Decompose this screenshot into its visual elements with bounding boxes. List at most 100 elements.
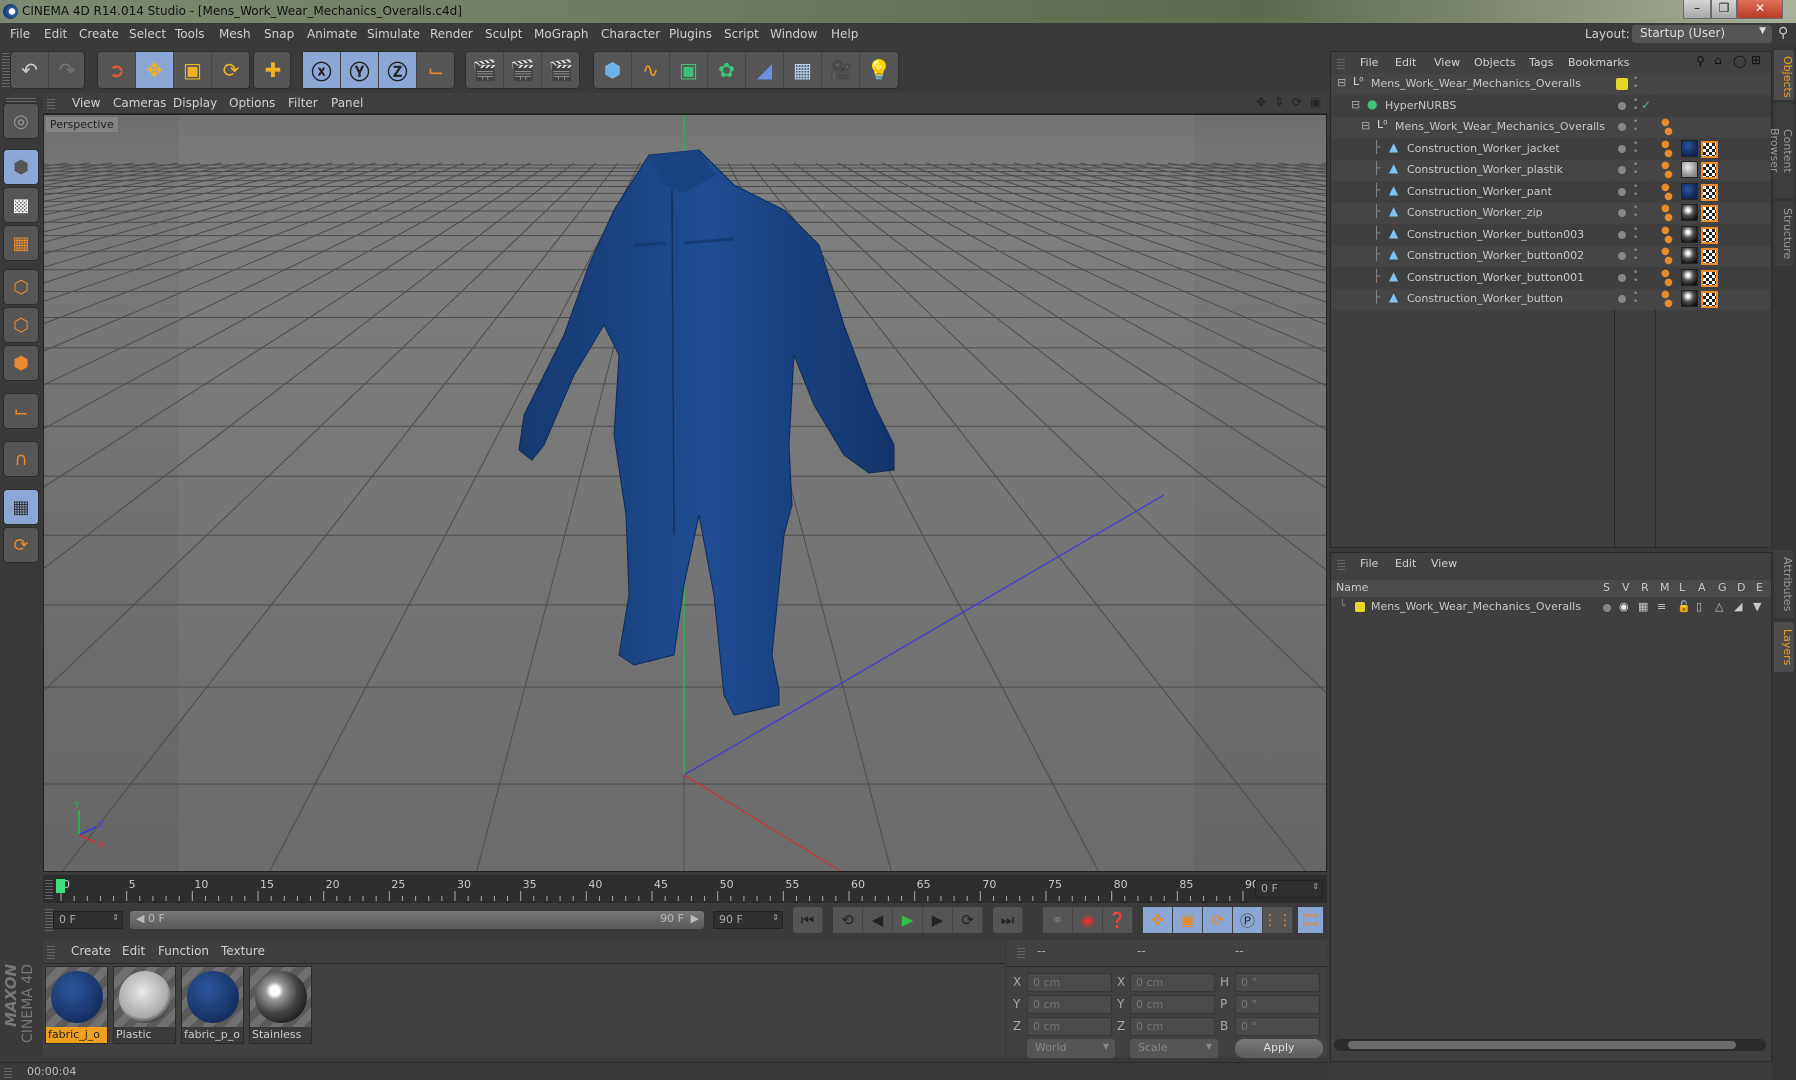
collapse-toggle-icon[interactable]: ⊟: [1351, 98, 1360, 111]
scale-icon[interactable]: ▣: [174, 52, 212, 88]
render-view-icon[interactable]: 🎬: [466, 52, 504, 88]
frame-range-slider[interactable]: ◀ 0 F 90 F ▶: [130, 911, 704, 929]
tab-layers[interactable]: Layers: [1774, 622, 1794, 672]
material-tag-icon[interactable]: [1681, 290, 1698, 307]
manager-list-icon[interactable]: ≡: [1657, 600, 1666, 613]
layer-color-swatch[interactable]: [1616, 78, 1628, 90]
object-row[interactable]: ├ ▲ Construction_Worker_jacket • • ● ●: [1331, 138, 1771, 160]
uvw-tag-icon[interactable]: [1701, 140, 1718, 158]
phong-tag-icon[interactable]: ● ●: [1661, 161, 1673, 180]
rotation-track-button[interactable]: ⟳: [1203, 907, 1233, 933]
object-row[interactable]: ├ ▲ Construction_Worker_button002 • • ● ●: [1331, 246, 1771, 267]
layers-menu-file[interactable]: File: [1360, 557, 1378, 570]
editor-visibility-dot[interactable]: [1618, 209, 1626, 217]
deformer-icon[interactable]: ◢: [1734, 600, 1742, 613]
phong-tag-icon[interactable]: ● ●: [1661, 290, 1673, 309]
uvw-tag-icon[interactable]: [1701, 205, 1718, 222]
object-row[interactable]: ⊟ L⁰ Mens_Work_Wear_Mechanics_Overalls • •: [1331, 74, 1771, 95]
layer-name[interactable]: Mens_Work_Wear_Mechanics_Overalls: [1371, 600, 1581, 613]
size-y-field[interactable]: 0 cm: [1130, 995, 1215, 1014]
status-grip[interactable]: [4, 1066, 12, 1078]
material-tag-icon[interactable]: [1681, 204, 1698, 221]
render-visibility-dots[interactable]: • •: [1633, 290, 1638, 307]
column-generators[interactable]: G: [1718, 581, 1727, 594]
controls-grip[interactable]: [45, 909, 53, 931]
transform-mode-dropdown[interactable]: Scale ▼: [1130, 1039, 1218, 1058]
render-visibility-dots[interactable]: • •: [1633, 139, 1638, 156]
render-visibility-dots[interactable]: • •: [1633, 182, 1638, 199]
z-axis-lock-icon[interactable]: Ⓩ: [379, 52, 417, 88]
live-selection-icon[interactable]: ➲: [98, 52, 136, 88]
object-name[interactable]: Construction_Worker_button001: [1407, 271, 1584, 284]
menu-sculpt[interactable]: Sculpt: [485, 27, 522, 41]
column-expressions[interactable]: E: [1756, 581, 1763, 594]
edges-mode-icon[interactable]: ⬡: [3, 307, 39, 343]
timeline-window-button[interactable]: 🎞: [1298, 907, 1324, 933]
snap-magnet-icon[interactable]: ∩: [3, 441, 39, 477]
render-visibility-dots[interactable]: • •: [1633, 75, 1638, 92]
polygons-mode-icon[interactable]: ⬢: [3, 345, 39, 381]
material-menu-function[interactable]: Function: [158, 944, 209, 958]
apply-button[interactable]: Apply: [1235, 1039, 1323, 1058]
scrollbar-thumb[interactable]: [1348, 1041, 1736, 1049]
uvw-tag-icon[interactable]: [1701, 226, 1718, 244]
viewport-menu-view[interactable]: View: [72, 96, 100, 110]
phong-tag-icon[interactable]: ● ●: [1661, 247, 1673, 266]
editor-visibility-dot[interactable]: [1618, 166, 1626, 174]
object-row[interactable]: ├ ▲ Construction_Worker_button001 • • ● ●: [1331, 267, 1771, 289]
object-name[interactable]: Construction_Worker_button002: [1407, 249, 1584, 262]
pos-z-field[interactable]: 0 cm: [1027, 1017, 1112, 1036]
object-name[interactable]: Mens_Work_Wear_Mechanics_Overalls: [1371, 77, 1581, 90]
uvw-tag-icon[interactable]: [1701, 269, 1718, 287]
column-render[interactable]: R: [1641, 581, 1649, 594]
horizontal-scrollbar[interactable]: [1334, 1039, 1766, 1051]
render-visibility-dots[interactable]: • •: [1633, 118, 1638, 135]
editor-visibility-dot[interactable]: [1618, 123, 1626, 131]
autokey-button[interactable]: ⚭: [1043, 907, 1073, 933]
coordinate-space-dropdown[interactable]: World ▼: [1027, 1039, 1115, 1058]
maximize-view-icon[interactable]: ▣: [1310, 95, 1321, 109]
viewport-menu-options[interactable]: Options: [229, 96, 275, 110]
previous-key-button[interactable]: ⟲: [833, 907, 863, 933]
next-key-button[interactable]: ⟳: [953, 907, 983, 933]
material-swatch[interactable]: Stainless: [249, 966, 312, 1044]
uvw-tag-icon[interactable]: [1701, 291, 1718, 308]
objects-menu-file[interactable]: File: [1360, 56, 1378, 69]
viewport-menu-display[interactable]: Display: [173, 96, 217, 110]
uvw-tag-icon[interactable]: [1701, 183, 1718, 201]
model-mode-icon[interactable]: ⬢: [3, 149, 39, 185]
pos-x-field[interactable]: 0 cm: [1027, 973, 1112, 992]
menu-render[interactable]: Render: [430, 27, 473, 41]
layer-color-swatch[interactable]: [1355, 602, 1365, 612]
render-visibility-dots[interactable]: • •: [1633, 225, 1638, 242]
render-visibility-dots[interactable]: • •: [1633, 96, 1638, 113]
start-frame-field[interactable]: 0 F ⇕: [53, 911, 123, 929]
position-track-button[interactable]: ✥: [1143, 907, 1173, 933]
viewport-grip[interactable]: [47, 97, 55, 109]
render-picture-viewer-icon[interactable]: 🎬: [504, 52, 542, 88]
subdivision-surface-icon[interactable]: ▣: [670, 52, 708, 88]
object-row[interactable]: ├ ▲ Construction_Worker_plastik • • ● ●: [1331, 160, 1771, 181]
menu-help[interactable]: Help: [831, 27, 858, 41]
home-icon[interactable]: ⌂: [1714, 53, 1722, 67]
object-name[interactable]: Construction_Worker_button003: [1407, 228, 1584, 241]
menu-snap[interactable]: Snap: [264, 27, 294, 41]
pan-icon[interactable]: ✥: [1256, 95, 1266, 109]
rot-h-field[interactable]: 0 °: [1235, 973, 1320, 992]
objects-menu-view[interactable]: View: [1434, 56, 1460, 69]
object-row[interactable]: ├ ▲ Construction_Worker_zip • • ● ●: [1331, 203, 1771, 224]
timeline-ruler[interactable]: 0 5 10 15 20 25 30 35 40 45 50 55 60 65 70 75 80 85 90 0 F…: [43, 875, 1327, 903]
phong-tag-icon[interactable]: ● ●: [1661, 204, 1673, 223]
menu-edit[interactable]: Edit: [44, 27, 67, 41]
y-axis-lock-icon[interactable]: Ⓨ: [341, 52, 379, 88]
editor-visibility-dot[interactable]: [1618, 295, 1626, 303]
uvw-tag-icon[interactable]: [1701, 162, 1718, 179]
object-name[interactable]: Mens_Work_Wear_Mechanics_Overalls: [1395, 120, 1605, 133]
dolly-icon[interactable]: ⇕: [1274, 95, 1284, 109]
menu-plugins[interactable]: Plugins: [669, 27, 712, 41]
editor-visibility-dot[interactable]: [1618, 230, 1626, 239]
rot-p-field[interactable]: 0 °: [1235, 995, 1320, 1014]
undo-icon[interactable]: ↶: [11, 52, 49, 88]
next-frame-button[interactable]: ▶: [923, 907, 953, 933]
animation-icon[interactable]: ▯: [1696, 600, 1702, 613]
